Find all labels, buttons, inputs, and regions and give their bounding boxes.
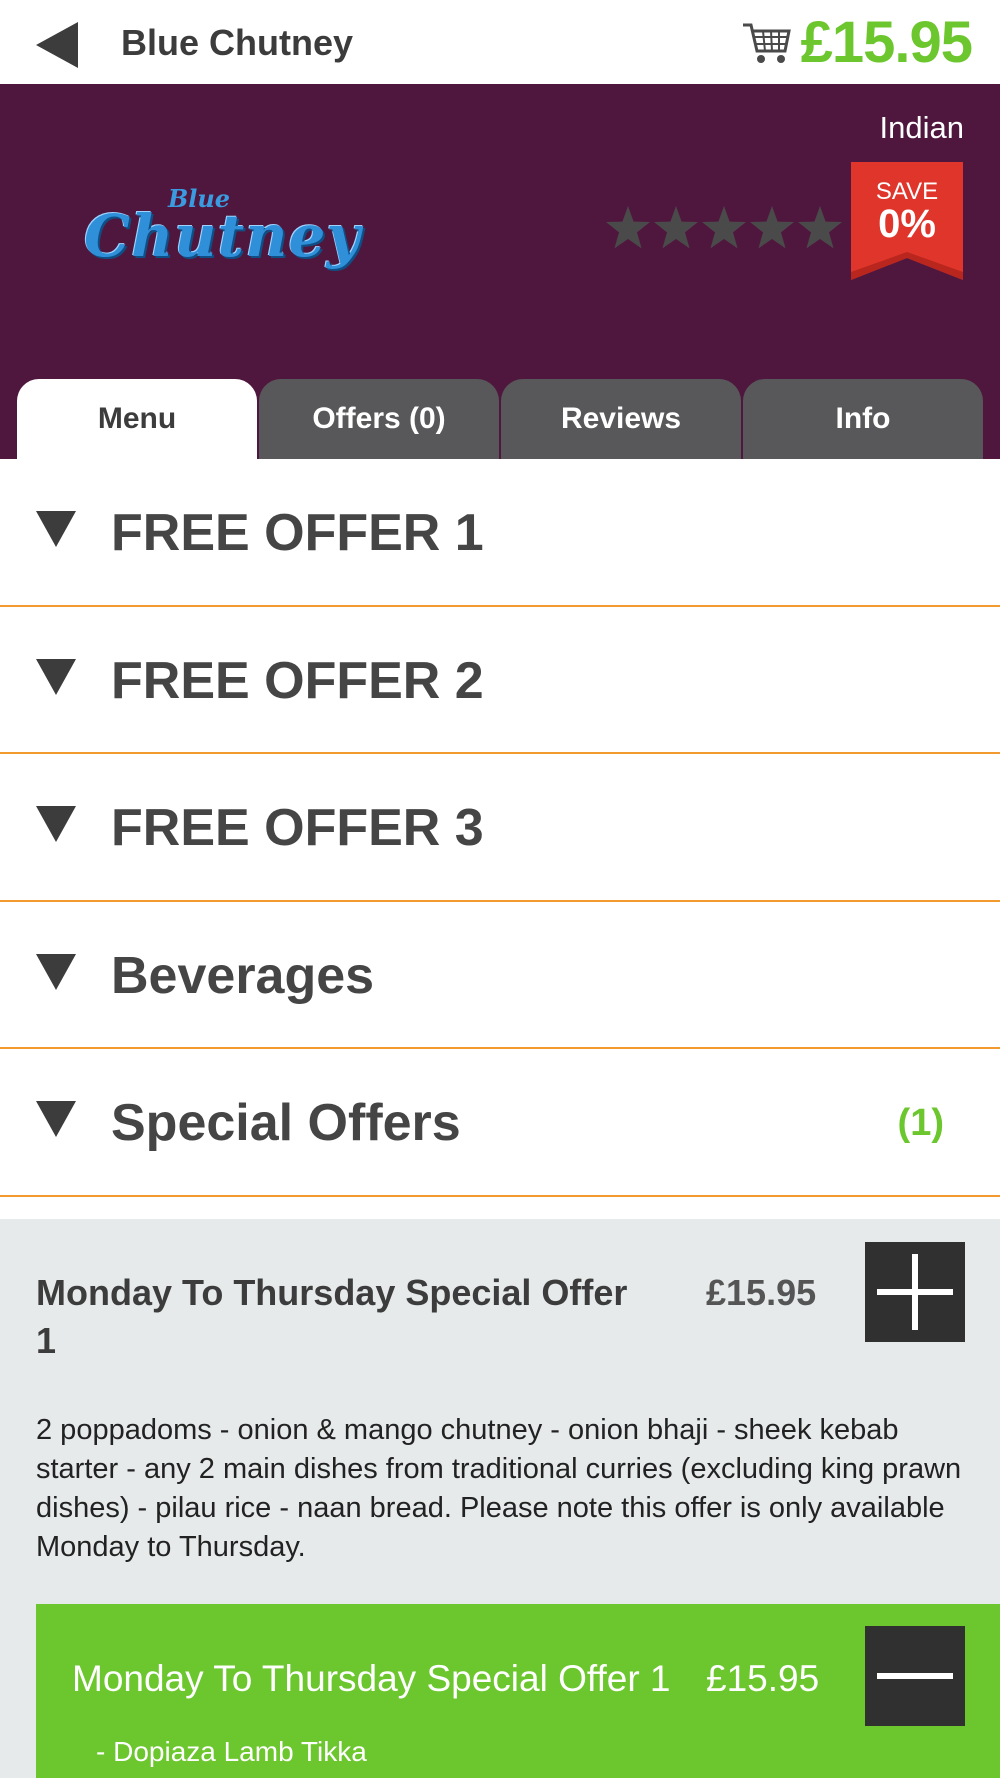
tab-menu[interactable]: Menu [17,379,257,459]
menu-item-price: £15.95 [706,1272,817,1313]
triangle-down-icon [36,511,76,547]
category-label: Special Offers [111,1094,461,1152]
top-bar: Blue Chutney £15.95 [0,0,1000,84]
category-label: FREE OFFER 2 [111,651,484,710]
menu-categories: FREE OFFER 1 FREE OFFER 2 FREE OFFER 3 B… [0,459,1000,1197]
triangle-down-icon [36,1101,76,1137]
shopping-cart-icon [742,23,791,63]
tab-reviews[interactable]: Reviews [501,379,741,459]
category-free-offer-3[interactable]: FREE OFFER 3 [0,754,1000,902]
basket-item-name: Monday To Thursday Special Offer 1 [72,1658,671,1699]
category-count: (1) [897,1102,944,1144]
triangle-down-icon [36,658,76,695]
remove-from-basket-button[interactable] [865,1626,965,1726]
basket-item-option: - Dopiaza Lamb Tikka [96,1736,367,1767]
logo-main-text: Chutney [84,202,362,270]
tab-bar: Menu Offers (0) Reviews Info [17,379,983,459]
basket-item-price: £15.95 [706,1658,820,1699]
category-free-offer-2[interactable]: FREE OFFER 2 [0,606,1000,754]
menu-item-description: 2 poppadoms - onion & mango chutney - on… [36,1414,962,1563]
cart-button[interactable]: £15.95 [741,10,973,76]
star-icon [606,206,650,249]
star-icon [750,206,794,249]
category-label: Beverages [111,946,375,1005]
category-free-offer-1[interactable]: FREE OFFER 1 [0,459,1000,607]
category-beverages[interactable]: Beverages [0,901,1000,1049]
restaurant-logo: Blue Chutney [84,184,360,284]
star-icon [654,206,698,249]
rating-stars [604,204,844,252]
star-icon [798,206,842,249]
category-special-offers[interactable]: Special Offers (1) [0,1049,1000,1197]
category-label: FREE OFFER 3 [111,799,484,857]
tab-info[interactable]: Info [743,379,983,459]
save-value: 0% [878,202,936,246]
special-offers-items: Monday To Thursday Special Offer 1 £15.9… [0,1219,1000,1778]
back-button[interactable] [34,20,84,70]
star-icon [702,206,746,249]
save-badge: SAVE 0% [851,162,963,282]
menu-item-name: Monday To Thursday Special Offer 1 [36,1272,628,1361]
cart-total: £15.95 [800,10,973,75]
basket-item: Monday To Thursday Special Offer 1 £15.9… [36,1604,1000,1778]
cuisine-label: Indian [879,110,964,145]
back-arrow-icon [36,22,78,68]
category-label: FREE OFFER 1 [111,504,484,562]
triangle-down-icon [36,806,76,842]
save-label: SAVE [875,178,939,205]
tab-offers[interactable]: Offers (0) [259,379,499,459]
restaurant-title: Blue Chutney [121,22,354,63]
triangle-down-icon [36,953,76,990]
add-to-basket-button[interactable] [865,1242,965,1342]
